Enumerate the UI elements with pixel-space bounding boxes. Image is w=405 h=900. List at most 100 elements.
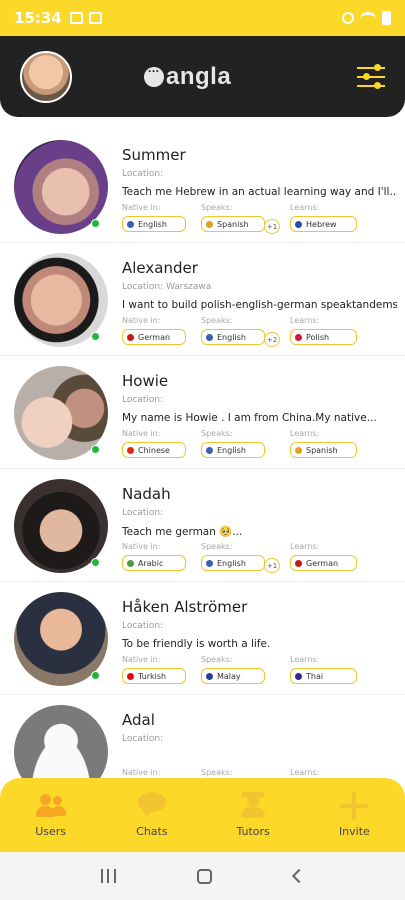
spain-flag-icon: [206, 220, 213, 228]
battery-icon: [382, 11, 391, 25]
native-label: Native in:: [122, 542, 161, 551]
online-indicator: [91, 558, 100, 567]
user-name: Howie: [122, 372, 169, 390]
user-card[interactable]: Howie Location: My name is Howie . I am …: [0, 356, 405, 469]
learns-language-chip: Spanish: [290, 442, 357, 458]
user-location: Location: Warszawa: [122, 282, 212, 292]
user-bio: My name is Howie . I am from China.My na…: [122, 412, 377, 424]
user-location: Location:: [122, 734, 164, 744]
tutor-icon: [238, 792, 268, 818]
system-navigation-bar: [0, 852, 405, 900]
native-label: Native in:: [122, 429, 161, 438]
saudi-flag-icon: [127, 559, 134, 567]
learns-label: Learns:: [290, 542, 320, 551]
user-name: Nadah: [122, 485, 171, 503]
learns-label: Learns:: [290, 655, 320, 664]
native-label: Native in:: [122, 203, 161, 212]
speaks-language-chip: English: [201, 329, 265, 345]
chat-icon: [137, 792, 167, 818]
speaks-label: Speaks:: [201, 203, 233, 212]
user-card[interactable]: Summer Location: Teach me Hebrew in an a…: [0, 130, 405, 243]
filter-button[interactable]: [357, 63, 385, 91]
user-card[interactable]: Nadah Location: Teach me german 🥺... Nat…: [0, 469, 405, 582]
online-indicator: [91, 332, 100, 341]
status-bar: 15:34: [0, 0, 405, 36]
learns-label: Learns:: [290, 316, 320, 325]
gallery-notification-icon: [69, 12, 83, 24]
user-list: Summer Location: Teach me Hebrew in an a…: [0, 130, 405, 808]
nav-invite[interactable]: Invite: [304, 778, 405, 852]
spain-flag-icon: [295, 446, 302, 454]
nav-tutors[interactable]: Tutors: [203, 778, 304, 852]
online-indicator: [91, 671, 100, 680]
nav-invite-label: Invite: [338, 825, 370, 838]
user-card[interactable]: Alexander Location: Warszawa I want to b…: [0, 243, 405, 356]
online-indicator: [91, 445, 100, 454]
learns-label: Learns:: [290, 429, 320, 438]
speaks-label: Speaks:: [201, 542, 233, 551]
user-name: Summer: [122, 146, 186, 164]
native-language-chip: Turkish: [122, 668, 186, 684]
native-language-chip: German: [122, 329, 186, 345]
app-name: angla: [166, 62, 232, 90]
speaks-language-chip: English: [201, 442, 265, 458]
profile-avatar[interactable]: [20, 50, 72, 103]
malaysia-flag-icon: [206, 672, 213, 680]
alarm-icon: [342, 12, 354, 24]
turkey-flag-icon: [127, 672, 134, 680]
us-flag-icon: [206, 446, 213, 454]
native-label: Native in:: [122, 316, 161, 325]
learns-language-chip: German: [290, 555, 357, 571]
user-location: Location:: [122, 169, 164, 179]
recent-apps-icon[interactable]: [100, 869, 116, 883]
plus-icon: [339, 792, 369, 820]
native-language-chip: Arabic: [122, 555, 186, 571]
user-location: Location:: [122, 621, 164, 631]
user-name: Håken Alströmer: [122, 598, 248, 616]
speaks-language-chip: Spanish: [201, 216, 265, 232]
speaks-label: Speaks:: [201, 768, 233, 777]
home-icon[interactable]: [197, 868, 213, 884]
nav-chats-label: Chats: [136, 825, 168, 838]
nav-users[interactable]: Users: [0, 778, 101, 852]
us-flag-icon: [127, 220, 134, 228]
poland-flag-icon: [295, 333, 302, 341]
user-location: Location:: [122, 508, 164, 518]
speaks-label: Speaks:: [201, 316, 233, 325]
china-flag-icon: [127, 446, 134, 454]
speaks-language-chip: Malay: [201, 668, 265, 684]
learns-language-chip: Thai: [290, 668, 357, 684]
germany-flag-icon: [127, 333, 134, 341]
nav-chats[interactable]: Chats: [101, 778, 202, 852]
app-notification-icon: [88, 12, 102, 24]
user-name: Alexander: [122, 259, 198, 277]
user-bio: Teach me Hebrew in an actual learning wa…: [122, 186, 397, 198]
online-indicator: [91, 219, 100, 228]
user-bio: I want to build polish-english-german sp…: [122, 299, 397, 311]
users-icon: [35, 792, 66, 818]
back-icon[interactable]: [292, 868, 307, 884]
nav-users-label: Users: [35, 825, 67, 838]
logo-chat-icon: [144, 61, 164, 87]
more-languages-badge: +1: [264, 219, 280, 234]
nav-tutors-label: Tutors: [236, 825, 270, 838]
learns-label: Learns:: [290, 768, 320, 777]
app-header: angla: [0, 36, 405, 117]
wifi-icon: [360, 12, 376, 24]
more-languages-badge: +2: [264, 332, 280, 347]
native-language-chip: Chinese: [122, 442, 186, 458]
us-flag-icon: [206, 559, 213, 567]
more-languages-badge: +1: [264, 558, 280, 573]
learns-language-chip: Polish: [290, 329, 357, 345]
learns-label: Learns:: [290, 203, 320, 212]
user-name: Adal: [122, 711, 155, 729]
germany-flag-icon: [295, 559, 302, 567]
us-flag-icon: [206, 333, 213, 341]
israel-flag-icon: [295, 220, 302, 228]
native-label: Native in:: [122, 655, 161, 664]
native-label: Native in:: [122, 768, 161, 777]
clock: 15:34: [14, 9, 62, 27]
user-card[interactable]: Håken Alströmer Location: To be friendly…: [0, 582, 405, 695]
thailand-flag-icon: [295, 672, 302, 680]
speaks-label: Speaks:: [201, 429, 233, 438]
